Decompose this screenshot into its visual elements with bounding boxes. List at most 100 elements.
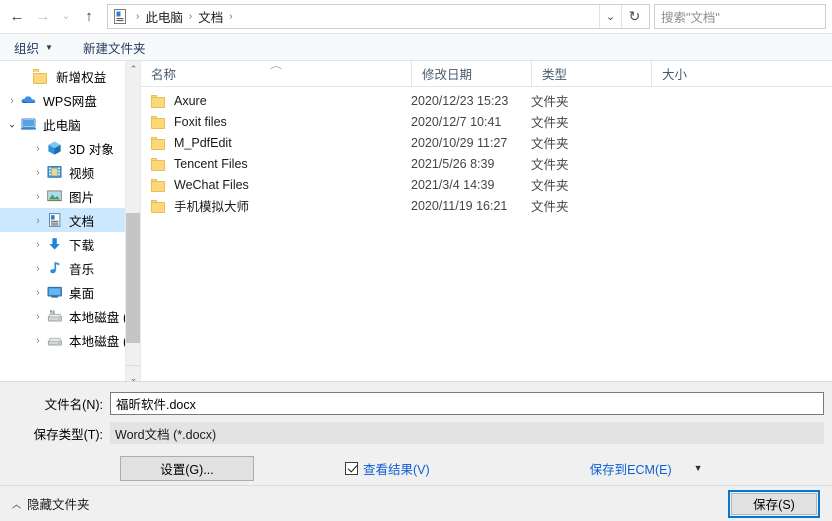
- file-name: Tencent Files: [174, 156, 248, 171]
- organize-label: 组织: [14, 41, 40, 56]
- table-row[interactable]: M_PdfEdit 2020/10/29 11:27 文件夹: [141, 132, 832, 153]
- dialog-body: › 新增权益 › WPS网盘 ⌄: [0, 61, 832, 381]
- column-header-size[interactable]: 大小: [651, 61, 731, 86]
- search-placeholder: 搜索"文档": [661, 11, 720, 25]
- file-rows: Axure 2020/12/23 15:23 文件夹 Foxit files 2…: [141, 87, 832, 381]
- breadcrumb-separator-1: ›: [188, 11, 193, 22]
- twisty-icon[interactable]: ›: [30, 286, 46, 299]
- scroll-up-arrow-icon[interactable]: ⌃: [126, 61, 140, 77]
- filename-input[interactable]: 福昕软件.docx: [110, 392, 824, 415]
- refresh-icon[interactable]: ↻: [621, 5, 647, 28]
- picture-icon: [46, 188, 64, 204]
- save-to-ecm-control[interactable]: 保存到ECM(E) ▼: [590, 459, 703, 478]
- filetype-select[interactable]: Word文档 (*.docx): [110, 422, 824, 444]
- file-type: 文件夹: [531, 116, 569, 130]
- breadcrumb-separator-2[interactable]: ›: [225, 11, 236, 22]
- file-type: 文件夹: [531, 137, 569, 151]
- twisty-icon[interactable]: ›: [4, 94, 20, 107]
- twisty-expanded-icon[interactable]: ⌄: [4, 117, 20, 131]
- file-type: 文件夹: [531, 158, 569, 172]
- sidebar-item-label: 图片: [69, 190, 95, 205]
- table-row[interactable]: Foxit files 2020/12/7 10:41 文件夹: [141, 111, 832, 132]
- search-input[interactable]: 搜索"文档": [654, 4, 826, 29]
- sidebar-item-文档[interactable]: › 文档: [0, 208, 140, 232]
- save-as-dialog: ← → ⌄ ↑ › 此电脑 › 文档 › ⌄ ↻ 搜索"文档" 组织 ▼ 新建文…: [0, 0, 832, 521]
- view-result-checkbox[interactable]: 查看结果(V): [345, 459, 430, 478]
- new-folder-button[interactable]: 新建文件夹: [83, 38, 146, 57]
- filename-row: 文件名(N): 福昕软件.docx: [0, 392, 832, 415]
- table-row[interactable]: Tencent Files 2021/5/26 8:39 文件夹: [141, 153, 832, 174]
- sidebar-item-图片[interactable]: › 图片: [0, 184, 140, 208]
- file-type: 文件夹: [531, 95, 569, 109]
- sidebar-item-新增权益[interactable]: › 新增权益: [0, 64, 140, 88]
- file-date: 2020/12/23 15:23: [411, 93, 509, 108]
- folder-icon: [151, 136, 167, 150]
- table-row[interactable]: WeChat Files 2021/3/4 14:39 文件夹: [141, 174, 832, 195]
- folder-icon: [151, 199, 167, 213]
- folder-icon: [33, 68, 51, 84]
- recent-locations-chevron-down-icon[interactable]: ⌄: [56, 4, 76, 30]
- column-label: 大小: [662, 68, 688, 82]
- scroll-down-arrow-icon[interactable]: ⌄: [126, 365, 140, 381]
- breadcrumb-item-0[interactable]: 此电脑: [143, 7, 185, 26]
- desktop-icon: [46, 284, 64, 300]
- download-icon: [46, 236, 64, 252]
- twisty-icon[interactable]: ›: [30, 262, 46, 275]
- system-drive-icon: [46, 308, 64, 324]
- twisty-icon[interactable]: ›: [30, 214, 46, 227]
- file-name: 手机模拟大师: [174, 200, 250, 214]
- sidebar-item-桌面[interactable]: › 桌面: [0, 280, 140, 304]
- sidebar-item-音乐[interactable]: › 音乐: [0, 256, 140, 280]
- twisty-icon[interactable]: ›: [30, 238, 46, 251]
- checkbox-checked-icon[interactable]: [345, 461, 358, 475]
- sidebar-item-视频[interactable]: › 视频: [0, 160, 140, 184]
- twisty-icon: ›: [17, 70, 33, 83]
- address-dropdown-chevron-down-icon[interactable]: ⌄: [599, 5, 621, 28]
- chevron-up-icon: ︿: [12, 498, 22, 511]
- save-to-ecm-link[interactable]: 保存到ECM(E): [590, 459, 672, 478]
- hide-folders-toggle[interactable]: ︿ 隐藏文件夹: [12, 494, 90, 513]
- sidebar-item-label: 音乐: [69, 262, 95, 277]
- chevron-down-icon[interactable]: ▼: [694, 463, 703, 473]
- column-header-name[interactable]: 名称 ︿: [141, 61, 411, 86]
- twisty-icon[interactable]: ›: [30, 190, 46, 203]
- twisty-icon[interactable]: ›: [30, 334, 46, 347]
- column-header-type[interactable]: 类型: [531, 61, 651, 86]
- twisty-icon[interactable]: ›: [30, 166, 46, 179]
- options-row: 设置(G)... 查看结果(V) 保存到ECM(E) ▼: [0, 451, 832, 485]
- sidebar-item-label: 文档: [69, 214, 95, 229]
- file-date: 2021/5/26 8:39: [411, 156, 495, 171]
- folder-icon: [151, 115, 167, 129]
- save-button[interactable]: 保存(S): [731, 492, 817, 515]
- sidebar-item-3d-对象[interactable]: › 3D 对象: [0, 136, 140, 160]
- twisty-icon[interactable]: ›: [30, 310, 46, 323]
- column-header-date[interactable]: 修改日期: [411, 61, 531, 86]
- settings-button[interactable]: 设置(G)...: [120, 455, 254, 481]
- scrollbar-thumb[interactable]: [126, 213, 140, 343]
- command-bar: 组织 ▼ 新建文件夹: [0, 33, 832, 61]
- forward-arrow-icon[interactable]: →: [30, 4, 56, 30]
- folder-icon: [151, 157, 167, 171]
- folder-icon: [151, 94, 167, 108]
- sidebar-item-下载[interactable]: › 下载: [0, 232, 140, 256]
- sidebar-item-本地磁盘-d[interactable]: › 本地磁盘 (D:): [0, 328, 141, 352]
- back-arrow-icon[interactable]: ←: [4, 4, 30, 30]
- breadcrumb-item-1[interactable]: 文档: [196, 7, 225, 26]
- twisty-icon[interactable]: ›: [30, 142, 46, 155]
- file-date: 2021/3/4 14:39: [411, 177, 495, 192]
- sidebar-item-wps网盘[interactable]: › WPS网盘: [0, 88, 140, 112]
- table-row[interactable]: 手机模拟大师 2020/11/19 16:21 文件夹: [141, 195, 832, 216]
- organize-button[interactable]: 组织 ▼: [14, 38, 53, 57]
- file-name-cell: Axure: [141, 94, 411, 108]
- address-bar[interactable]: › 此电脑 › 文档 › ⌄ ↻: [107, 4, 650, 29]
- filetype-row: 保存类型(T): Word文档 (*.docx): [0, 422, 832, 444]
- table-row[interactable]: Axure 2020/12/23 15:23 文件夹: [141, 90, 832, 111]
- sidebar-item-此电脑[interactable]: ⌄ 此电脑: [0, 112, 140, 136]
- file-name-cell: M_PdfEdit: [141, 136, 411, 150]
- up-arrow-icon[interactable]: ↑: [76, 4, 102, 30]
- file-date: 2020/10/29 11:27: [411, 135, 508, 150]
- sidebar-scrollbar[interactable]: ⌃ ⌄: [125, 61, 140, 381]
- sidebar-item-label: 3D 对象: [69, 142, 114, 157]
- sidebar-item-本地磁盘-c[interactable]: › 本地磁盘 (C:): [0, 304, 141, 328]
- sidebar-item-label: 视频: [69, 166, 95, 181]
